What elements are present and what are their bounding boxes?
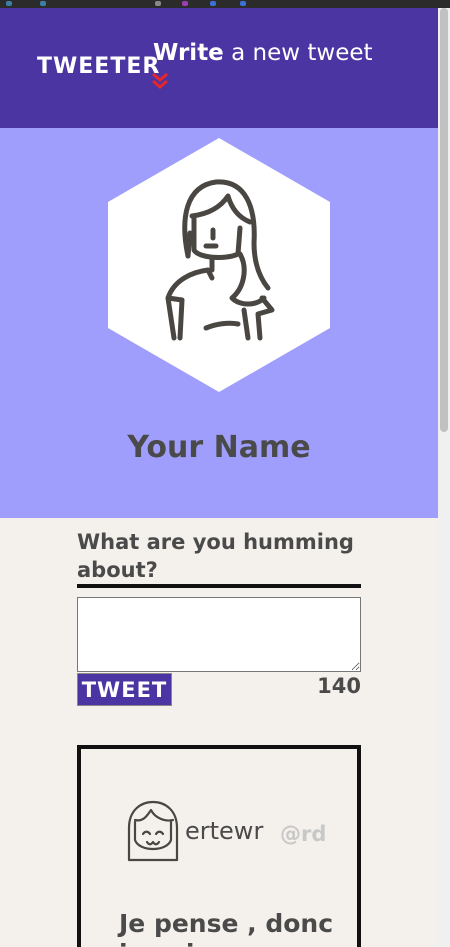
tweet-card: ertewr @rd Je pense , donc je suis [77,745,361,947]
smiling-girl-avatar-icon [127,800,179,862]
profile-section: Your Name [0,128,438,518]
compose-label: What are you humming about? [77,528,361,588]
app-header: TWEETER Write a new tweet [0,8,438,128]
tab-icon [155,1,161,6]
page-scrollbar[interactable] [438,8,450,947]
char-counter: 140 [317,674,361,698]
tab-icon [240,1,246,6]
browser-top-strip [0,0,450,8]
tweet-username[interactable]: ertewr [185,817,263,845]
tab-icon [182,1,188,6]
tweet-text: Je pense , donc je suis [119,909,334,947]
header-title-rest: a new tweet [223,40,373,66]
tweet-button[interactable]: TWEET [77,673,172,706]
tab-icon [40,1,46,6]
profile-name: Your Name [127,430,311,465]
woman-avatar-icon [108,138,330,392]
double-chevron-down-icon[interactable] [151,71,169,91]
header-title: Write a new tweet [153,40,373,66]
tab-icon [6,1,12,6]
tweet-input[interactable] [77,597,361,672]
tab-icon [210,1,216,6]
app-logo[interactable]: TWEETER [37,54,160,79]
tweet-handle[interactable]: @rd [280,822,326,846]
scrollbar-thumb[interactable] [440,8,448,432]
header-title-strong: Write [153,40,224,66]
